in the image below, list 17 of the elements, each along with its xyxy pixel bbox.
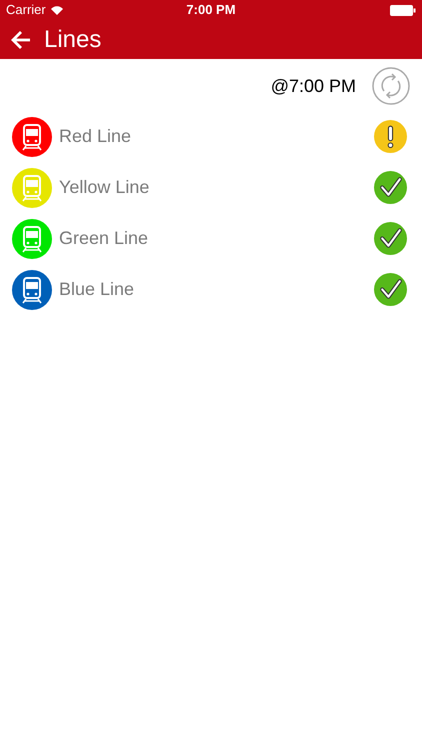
clock-label: 7:00 PM: [186, 1, 236, 20]
carrier-label: Carrier: [6, 1, 46, 20]
line-name: Green Line: [59, 227, 150, 250]
line-row[interactable]: Red Line: [0, 111, 422, 162]
line-row[interactable]: Green Line: [0, 213, 422, 264]
screen-title: Lines: [44, 24, 102, 54]
line-name: Yellow Line: [59, 176, 150, 199]
refresh-icon: [372, 67, 410, 105]
wifi-icon: [50, 5, 64, 15]
line-row[interactable]: Yellow Line: [0, 162, 422, 213]
back-arrow-icon: [10, 30, 32, 50]
line-name: Blue Line: [59, 278, 136, 301]
updated-time: @7:00 PM: [270, 74, 356, 98]
line-row[interactable]: Blue Line: [0, 264, 422, 315]
back-button[interactable]: [10, 30, 32, 50]
battery-icon: [390, 4, 416, 16]
line-name: Red Line: [59, 125, 132, 148]
